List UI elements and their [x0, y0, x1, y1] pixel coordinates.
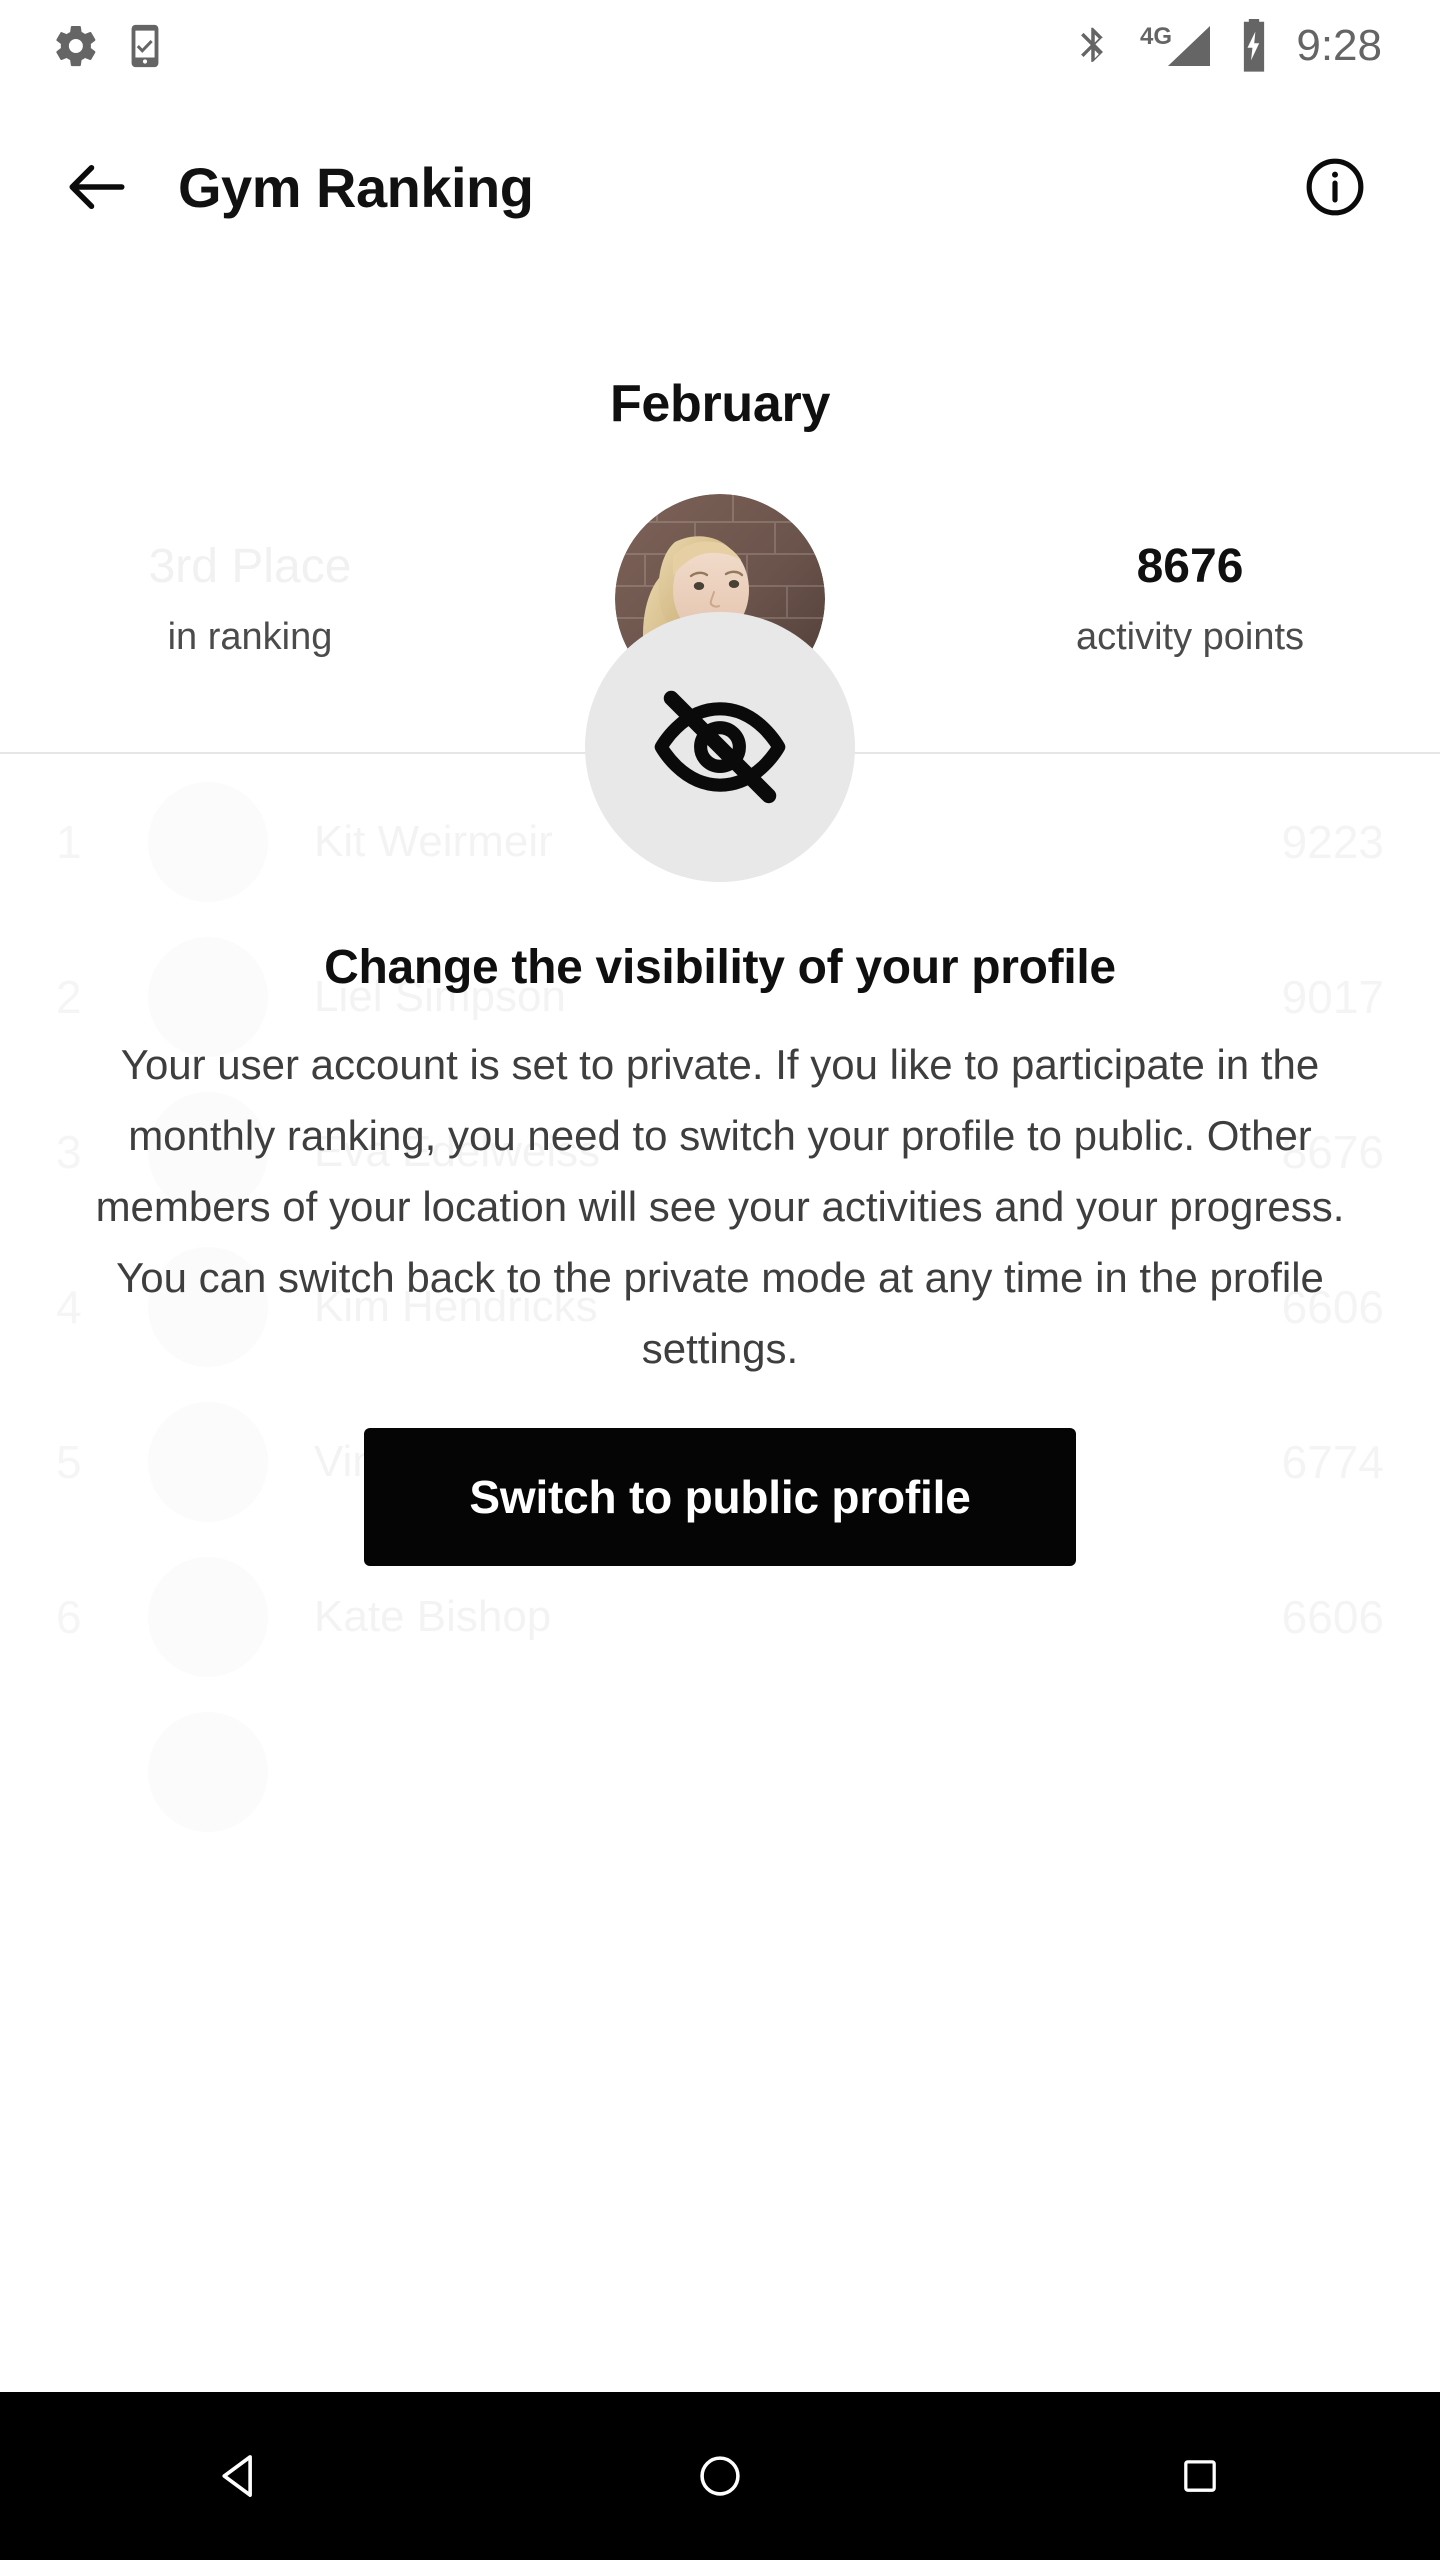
rank-position: 3: [56, 1125, 82, 1178]
status-bar-left-icons: [52, 22, 168, 70]
content-area: February 3rd Place in ranking 8676 activ…: [0, 282, 1440, 2392]
table-row[interactable]: [0, 1694, 1440, 1849]
row-avatar: [148, 1556, 268, 1677]
android-navigation-bar: [0, 2392, 1440, 2560]
info-circle-icon: [1306, 158, 1364, 216]
row-name: Kim Hendricks: [314, 1281, 598, 1331]
row-points: 6606: [1281, 1590, 1384, 1643]
table-row[interactable]: 4 Kim Hendricks 6606: [0, 1229, 1440, 1384]
signal-4g-icon: 4G: [1140, 23, 1211, 66]
rank-place-value: 3rd Place: [148, 539, 352, 593]
status-bar: 4G 9:28: [0, 0, 1440, 92]
table-row[interactable]: 3 Eva Edelweiss 8676: [0, 1074, 1440, 1229]
nav-home-icon: [700, 2456, 740, 2496]
back-button[interactable]: [54, 144, 140, 230]
eye-slash-badge: [585, 612, 855, 882]
nav-recents-icon: [1184, 2460, 1216, 2492]
rank-place-label: in ranking: [167, 616, 333, 659]
row-avatar: [148, 1091, 268, 1212]
status-bar-right-icons: 4G 9:28: [1072, 19, 1382, 73]
rank-position: 4: [56, 1280, 82, 1333]
app-bar: Gym Ranking: [0, 92, 1440, 282]
status-bar-clock: 9:28: [1296, 21, 1382, 70]
row-points: 8676: [1281, 1125, 1384, 1178]
row-avatar: [148, 1401, 268, 1522]
row-name: Liel Simpson: [314, 971, 566, 1021]
row-points: 6606: [1281, 1280, 1384, 1333]
settings-gear-icon: [56, 25, 96, 67]
points-label: activity points: [1075, 616, 1305, 659]
rank-position: 2: [56, 970, 82, 1023]
row-avatar: [148, 936, 268, 1057]
rank-position: 6: [56, 1590, 82, 1643]
nav-back-icon: [222, 2455, 252, 2497]
switch-to-public-profile-button[interactable]: Switch to public profile: [364, 1428, 1076, 1566]
row-points: 9017: [1281, 970, 1384, 1023]
rank-position: 5: [56, 1435, 82, 1488]
row-points: 6774: [1281, 1435, 1384, 1488]
table-row[interactable]: 2 Liel Simpson 9017: [0, 919, 1440, 1074]
battery-charging-icon: [1244, 19, 1265, 72]
svg-text:4G: 4G: [1140, 23, 1172, 50]
row-avatar: [148, 781, 268, 902]
row-avatar: [148, 1711, 268, 1832]
row-name: Kate Bishop: [314, 1591, 552, 1641]
eye-slash-icon: [654, 690, 786, 804]
phone-check-icon: [131, 24, 159, 68]
month-label: February: [609, 375, 831, 433]
ranking-list: 1 Kit Weirmeir 9223 2 Liel Simpson 9017 …: [0, 754, 1440, 1849]
row-points: 9223: [1281, 815, 1384, 868]
points-summary: 8676 activity points: [1000, 539, 1380, 659]
bluetooth-icon: [1081, 27, 1104, 62]
row-name: Eva Edelweiss: [314, 1126, 601, 1176]
points-value: 8676: [1136, 539, 1244, 593]
nav-back-button[interactable]: [140, 2392, 340, 2560]
arrow-left-icon: [69, 165, 125, 209]
rank-summary: 3rd Place in ranking: [60, 539, 440, 659]
row-avatar: [148, 1246, 268, 1367]
phone-screen: 4G 9:28 Gym Ranking February 3rd Place i…: [0, 0, 1440, 2560]
info-button[interactable]: [1292, 144, 1378, 230]
nav-home-button[interactable]: [620, 2392, 820, 2560]
page-title: Gym Ranking: [178, 155, 534, 219]
nav-recents-button[interactable]: [1100, 2392, 1300, 2560]
rank-position: 1: [56, 815, 82, 868]
